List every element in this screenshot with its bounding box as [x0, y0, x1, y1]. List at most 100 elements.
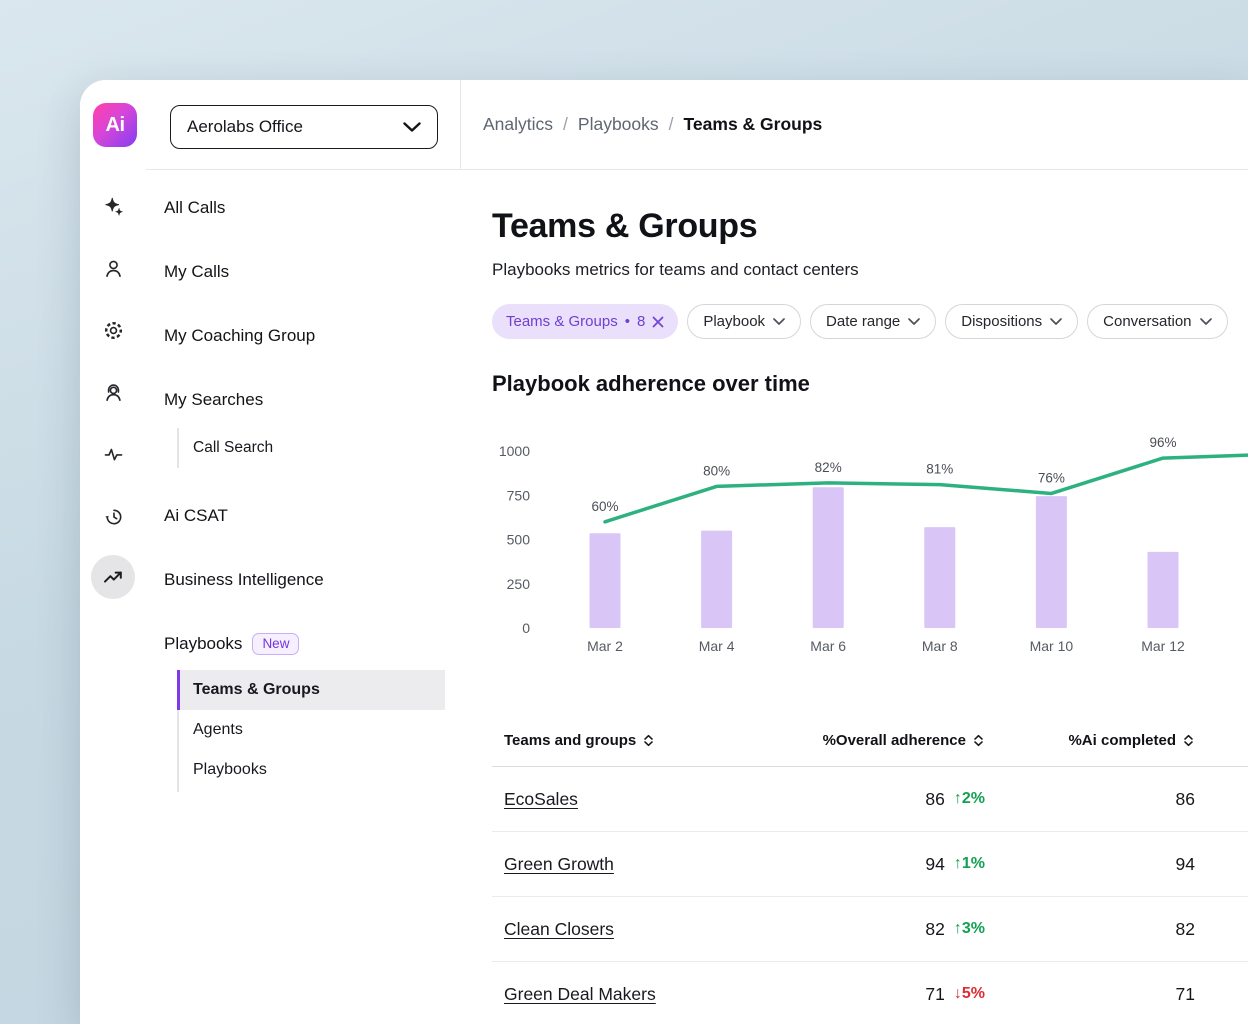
team-cell: Green Deal Makers [492, 984, 775, 1005]
adherence-cell: 82↑3% [775, 919, 985, 940]
chevron-down-icon [403, 122, 421, 132]
ai-completed-cell: 94 [985, 854, 1195, 875]
history-icon[interactable] [101, 504, 125, 528]
sidebar-item-call-search[interactable]: Call Search [179, 428, 445, 468]
svg-text:Mar 2: Mar 2 [587, 638, 623, 654]
filter-playbook[interactable]: Playbook [687, 304, 801, 339]
ai-completed-cell: 71 [985, 984, 1195, 1005]
filter-date-range[interactable]: Date range [810, 304, 936, 339]
trending-up-icon[interactable] [91, 555, 135, 599]
sparkle-icon[interactable] [101, 194, 125, 218]
svg-text:96%: 96% [1149, 436, 1176, 450]
team-cell: Clean Closers [492, 919, 775, 940]
team-link[interactable]: Clean Closers [504, 919, 614, 939]
sort-adherence-button[interactable]: %Overall adherence [775, 732, 985, 749]
headset-icon[interactable] [101, 380, 125, 404]
sort-icon [1182, 733, 1195, 748]
chip-label: Conversation [1103, 313, 1191, 330]
breadcrumb-playbooks[interactable]: Playbooks [578, 114, 659, 135]
chip-count: 8 [637, 313, 645, 330]
svg-text:Mar 12: Mar 12 [1141, 638, 1185, 654]
activity-icon[interactable] [101, 442, 125, 466]
team-cell: Green Growth [492, 854, 775, 875]
column-label: %Ai completed [1068, 732, 1176, 749]
sidebar-item-business-intelligence[interactable]: Business Intelligence [164, 562, 324, 598]
breadcrumb-separator: / [563, 114, 568, 135]
table-row: EcoSales86↑2%86 [492, 767, 1248, 832]
breadcrumb-separator: / [669, 114, 674, 135]
page-subtitle: Playbooks metrics for teams and contact … [492, 260, 859, 280]
table-body: EcoSales86↑2%86Green Growth94↑1%94Clean … [492, 767, 1248, 1024]
close-icon[interactable] [652, 316, 664, 328]
workspace-name: Aerolabs Office [187, 117, 303, 137]
ai-completed-cell: 86 [985, 789, 1195, 810]
sidebar-item-all-calls[interactable]: All Calls [164, 190, 225, 226]
chip-label: Date range [826, 313, 900, 330]
new-badge: New [252, 633, 299, 655]
column-label: %Overall adherence [823, 732, 966, 749]
sidebar-item-teams-groups[interactable]: Teams & Groups [179, 670, 445, 710]
table-header: Teams and groups %Overall adherence %Ai … [492, 715, 1248, 767]
app-logo[interactable]: Ai [93, 103, 137, 147]
sort-teams-button[interactable]: Teams and groups [492, 732, 775, 749]
adherence-value: 94 [925, 854, 944, 875]
chip-dot: • [625, 313, 630, 330]
svg-text:Mar 10: Mar 10 [1030, 638, 1074, 654]
sidebar-item-my-coaching-group[interactable]: My Coaching Group [164, 318, 315, 354]
sort-ai-completed-button[interactable]: %Ai completed [985, 732, 1195, 749]
top-header: Aerolabs Office Analytics / Playbooks / … [146, 80, 1248, 170]
adherence-value: 71 [925, 984, 944, 1005]
user-icon[interactable] [101, 256, 125, 280]
filter-bar: Teams & Groups • 8 Playbook Date range D… [492, 304, 1248, 339]
svg-text:0: 0 [522, 620, 530, 636]
chevron-down-icon [1200, 318, 1212, 325]
svg-text:Mar 8: Mar 8 [922, 638, 958, 654]
page-title: Teams & Groups [492, 207, 757, 246]
adherence-change: ↑3% [954, 920, 985, 938]
adherence-value: 86 [925, 789, 944, 810]
sidebar-item-playbooks-child[interactable]: Playbooks [179, 750, 445, 790]
sidebar-item-agents[interactable]: Agents [179, 710, 445, 750]
adherence-change: ↓5% [954, 985, 985, 1003]
svg-text:750: 750 [507, 487, 531, 503]
chevron-down-icon [908, 318, 920, 325]
filter-conversation[interactable]: Conversation [1087, 304, 1227, 339]
adherence-change: ↑2% [954, 790, 985, 808]
sidebar-item-my-calls[interactable]: My Calls [164, 254, 229, 290]
sort-icon [642, 733, 655, 748]
chip-label: Dispositions [961, 313, 1042, 330]
svg-text:81%: 81% [926, 462, 953, 477]
chevron-down-icon [1050, 318, 1062, 325]
team-cell: EcoSales [492, 789, 775, 810]
table-row: Clean Closers 82↑3%82 [492, 897, 1248, 962]
sidebar-item-ai-csat[interactable]: Ai CSAT [164, 498, 228, 534]
table-row: Green Deal Makers71↓5%71 [492, 962, 1248, 1024]
active-filter-chip[interactable]: Teams & Groups • 8 [492, 304, 678, 339]
sidebar-item-playbooks[interactable]: Playbooks New [164, 626, 299, 662]
adherence-cell: 71 ↓5% [775, 984, 985, 1005]
sidebar: All Calls My Calls My Coaching Group My … [146, 170, 460, 1024]
ai-completed-cell: 82 [985, 919, 1195, 940]
adherence-cell: 94 ↑1% [775, 854, 985, 875]
sidebar-subgroup-playbooks: Teams & Groups Agents Playbooks [177, 670, 445, 792]
svg-text:250: 250 [507, 576, 531, 592]
sidebar-item-my-searches[interactable]: My Searches [164, 382, 263, 418]
chip-label: Playbook [703, 313, 765, 330]
sort-icon [972, 733, 985, 748]
breadcrumb: Analytics / Playbooks / Teams & Groups [483, 80, 822, 169]
column-label: Teams and groups [504, 732, 636, 749]
adherence-change: ↑1% [954, 855, 985, 873]
filter-dispositions[interactable]: Dispositions [945, 304, 1078, 339]
team-link[interactable]: EcoSales [504, 789, 578, 809]
team-link[interactable]: Green Growth [504, 854, 614, 874]
chevron-down-icon [773, 318, 785, 325]
gear-icon[interactable] [101, 318, 125, 342]
team-link[interactable]: Green Deal Makers [504, 984, 656, 1004]
svg-text:1000: 1000 [499, 443, 530, 459]
chart-heading: Playbook adherence over time [492, 371, 810, 397]
workspace-dropdown[interactable]: Aerolabs Office [170, 105, 438, 149]
svg-text:82%: 82% [815, 460, 842, 475]
chip-label: Teams & Groups [506, 313, 618, 330]
svg-text:Mar 6: Mar 6 [810, 638, 846, 654]
breadcrumb-analytics[interactable]: Analytics [483, 114, 553, 135]
